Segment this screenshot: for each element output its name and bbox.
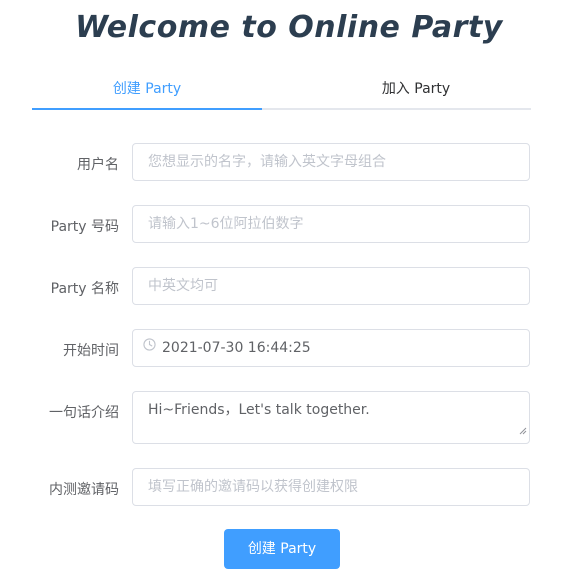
tab-create-party[interactable]: 创建 Party xyxy=(32,72,262,106)
invite-code-placeholder: 填写正确的邀请码以获得创建权限 xyxy=(148,479,358,495)
start-time-label: 开始时间 xyxy=(63,343,119,359)
start-time-picker[interactable]: 2021-07-30 16:44:25 xyxy=(132,329,530,367)
page-title: Welcome to Online Party xyxy=(75,10,503,45)
party-name-input[interactable]: 中英文均可 xyxy=(132,267,530,305)
intro-textarea[interactable]: Hi~Friends，Let's talk together. xyxy=(132,391,530,444)
start-time-value: 2021-07-30 16:44:25 xyxy=(162,340,311,356)
create-party-button[interactable]: 创建 Party xyxy=(224,529,340,569)
party-code-input[interactable]: 请输入1~6位阿拉伯数字 xyxy=(132,205,530,243)
tab-bar: 创建 Party 加入 Party xyxy=(32,72,531,110)
party-code-placeholder: 请输入1~6位阿拉伯数字 xyxy=(148,216,304,232)
party-name-placeholder: 中英文均可 xyxy=(148,278,218,294)
resize-handle-icon[interactable] xyxy=(519,421,527,441)
active-tab-indicator xyxy=(32,108,262,110)
username-input[interactable]: 您想显示的名字，请输入英文字母组合 xyxy=(132,143,530,181)
clock-icon xyxy=(143,330,156,365)
party-code-label: Party 号码 xyxy=(50,219,119,235)
tab-join-party[interactable]: 加入 Party xyxy=(301,72,531,106)
invite-code-label: 内测邀请码 xyxy=(49,482,119,498)
username-placeholder: 您想显示的名字，请输入英文字母组合 xyxy=(148,154,386,170)
username-label: 用户名 xyxy=(77,157,119,173)
intro-label: 一句话介绍 xyxy=(49,405,119,421)
party-name-label: Party 名称 xyxy=(50,281,119,297)
intro-value: Hi~Friends，Let's talk together. xyxy=(148,402,370,418)
invite-code-input[interactable]: 填写正确的邀请码以获得创建权限 xyxy=(132,468,530,506)
